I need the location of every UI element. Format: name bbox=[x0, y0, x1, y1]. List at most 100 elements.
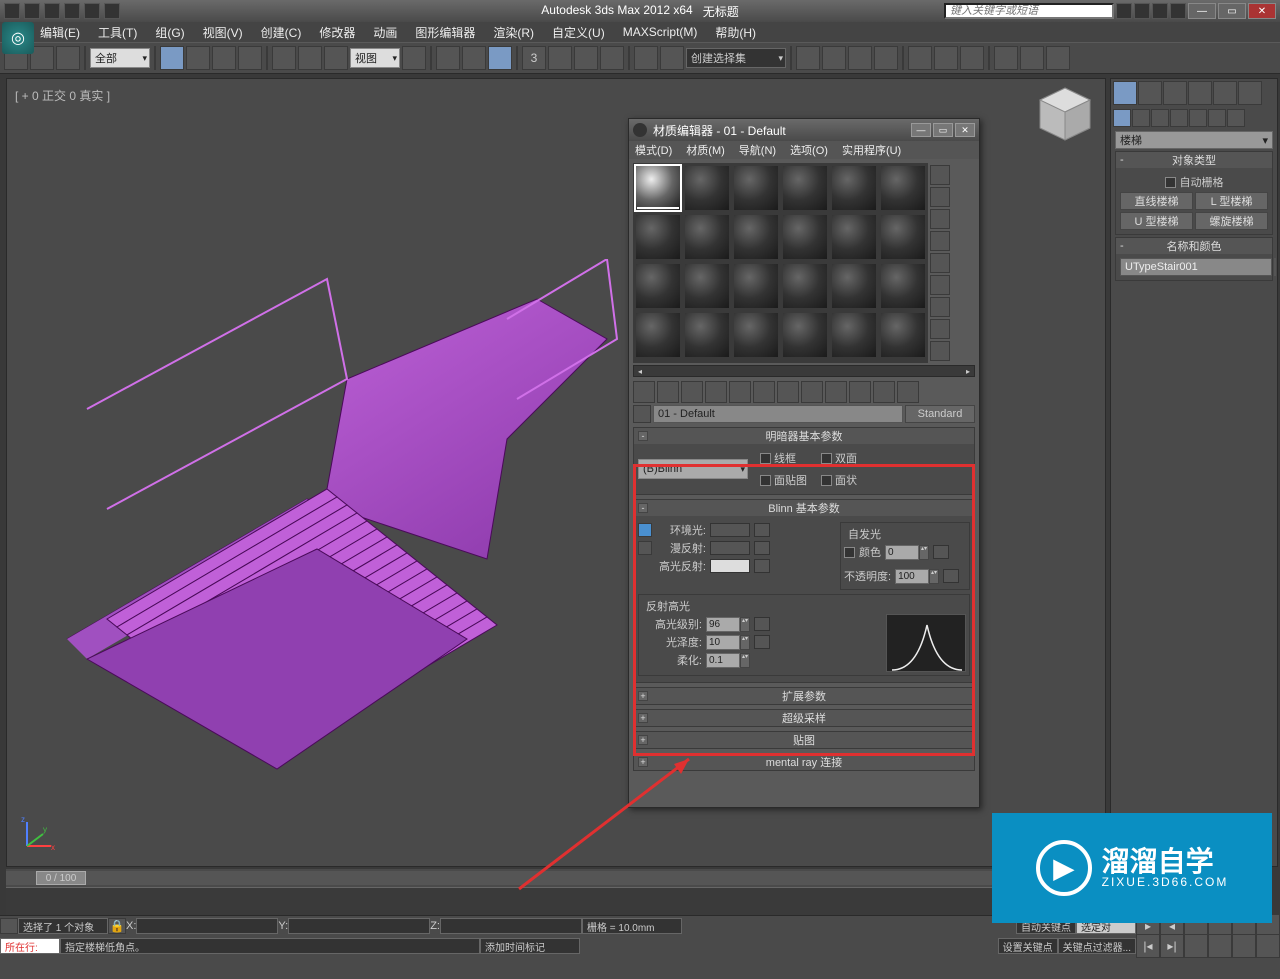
slot-scrollbar[interactable]: ◂▸ bbox=[633, 365, 975, 377]
named-sel-icon[interactable] bbox=[634, 46, 658, 70]
systems-cat-icon[interactable] bbox=[1227, 109, 1245, 127]
rollout-supersampling-header[interactable]: +超级采样 bbox=[634, 710, 974, 726]
rollout-blinn-header[interactable]: -Blinn 基本参数 bbox=[634, 500, 974, 516]
nav-fov-icon[interactable] bbox=[1184, 934, 1208, 958]
redo-icon[interactable] bbox=[104, 3, 120, 19]
spacewarps-cat-icon[interactable] bbox=[1208, 109, 1226, 127]
go-sibling-icon[interactable] bbox=[897, 381, 919, 403]
menu-maxscript[interactable]: MAXScript(M) bbox=[623, 25, 698, 39]
spec-level-map-button[interactable] bbox=[754, 617, 770, 631]
video-check-icon[interactable] bbox=[930, 253, 950, 273]
shader-dropdown[interactable]: (B)Blinn bbox=[638, 459, 748, 479]
comm-icon[interactable] bbox=[1134, 3, 1150, 19]
menu-customize[interactable]: 自定义(U) bbox=[552, 24, 605, 41]
sample-uv-icon[interactable] bbox=[930, 231, 950, 251]
me-menu-modes[interactable]: 模式(D) bbox=[635, 142, 672, 158]
material-slot-19[interactable] bbox=[634, 311, 682, 359]
reset-map-icon[interactable] bbox=[705, 381, 727, 403]
cameras-cat-icon[interactable] bbox=[1170, 109, 1188, 127]
shapes-cat-icon[interactable] bbox=[1132, 109, 1150, 127]
bind-icon[interactable] bbox=[56, 46, 80, 70]
schematic-icon[interactable] bbox=[934, 46, 958, 70]
me-menu-navigation[interactable]: 导航(N) bbox=[739, 142, 776, 158]
keyboard-icon[interactable] bbox=[462, 46, 486, 70]
specular-color-swatch[interactable] bbox=[710, 559, 750, 573]
material-slot-7[interactable] bbox=[634, 213, 682, 261]
pivot-icon[interactable] bbox=[402, 46, 426, 70]
utilities-tab-icon[interactable] bbox=[1238, 81, 1262, 105]
soften-spinner[interactable]: ▴▾ bbox=[740, 653, 750, 668]
curve-editor-icon[interactable] bbox=[908, 46, 932, 70]
spec-level-spinner[interactable]: ▴▾ bbox=[740, 617, 750, 632]
material-slot-17[interactable] bbox=[830, 262, 878, 310]
move-icon[interactable] bbox=[272, 46, 296, 70]
wire-checkbox[interactable] bbox=[760, 453, 771, 464]
ambient-map-button[interactable] bbox=[754, 523, 770, 537]
viewport-object-stair[interactable] bbox=[47, 259, 667, 819]
material-slot-11[interactable] bbox=[830, 213, 878, 261]
material-name-input[interactable] bbox=[653, 405, 903, 423]
script-icon[interactable] bbox=[0, 918, 18, 934]
material-editor-titlebar[interactable]: 材质编辑器 - 01 - Default — ▭ ✕ bbox=[629, 119, 979, 141]
track-bar[interactable] bbox=[6, 887, 1106, 915]
facemap-checkbox[interactable] bbox=[760, 475, 771, 486]
viewcube[interactable] bbox=[1030, 80, 1100, 150]
make-unique-icon[interactable] bbox=[753, 381, 775, 403]
me-menu-options[interactable]: 选项(O) bbox=[790, 142, 828, 158]
keyfilter-button[interactable]: 关键点过滤器... bbox=[1058, 938, 1136, 954]
dialog-close-button[interactable]: ✕ bbox=[955, 123, 975, 137]
opacity-map-button[interactable] bbox=[943, 569, 959, 583]
motion-tab-icon[interactable] bbox=[1188, 81, 1212, 105]
material-slot-5[interactable] bbox=[830, 164, 878, 212]
rollout-namecolor-header[interactable]: -名称和颜色 bbox=[1116, 238, 1272, 254]
material-editor-icon[interactable] bbox=[960, 46, 984, 70]
star-icon[interactable] bbox=[1152, 3, 1168, 19]
material-slot-8[interactable] bbox=[683, 213, 731, 261]
z-input[interactable] bbox=[440, 918, 582, 934]
autogrid-checkbox[interactable] bbox=[1165, 177, 1176, 188]
manip-icon[interactable] bbox=[436, 46, 460, 70]
menu-help[interactable]: 帮助(H) bbox=[715, 24, 756, 41]
maximize-button[interactable]: ▭ bbox=[1218, 3, 1246, 19]
menu-create[interactable]: 创建(C) bbox=[261, 24, 302, 41]
application-button[interactable]: ◎ bbox=[2, 22, 34, 54]
lock-icon[interactable]: 🔒 bbox=[108, 918, 126, 934]
put-to-scene-icon[interactable] bbox=[657, 381, 679, 403]
rendered-frame-icon[interactable] bbox=[1020, 46, 1044, 70]
object-color-swatch[interactable] bbox=[1274, 258, 1276, 276]
material-slot-14[interactable] bbox=[683, 262, 731, 310]
assign-to-sel-icon[interactable] bbox=[681, 381, 703, 403]
mat-id-icon[interactable] bbox=[801, 381, 823, 403]
rollout-objecttype-header[interactable]: -对象类型 bbox=[1116, 152, 1272, 168]
helpers-cat-icon[interactable] bbox=[1189, 109, 1207, 127]
undo-icon[interactable] bbox=[84, 3, 100, 19]
opacity-spinner[interactable]: ▴▾ bbox=[929, 569, 939, 584]
menu-grapheditors[interactable]: 图形编辑器 bbox=[415, 24, 475, 41]
dialog-maximize-button[interactable]: ▭ bbox=[933, 123, 953, 137]
open-icon[interactable] bbox=[44, 3, 60, 19]
material-slot-16[interactable] bbox=[781, 262, 829, 310]
nav-min-icon[interactable] bbox=[1256, 934, 1280, 958]
go-parent-icon[interactable] bbox=[873, 381, 895, 403]
faceted-checkbox[interactable] bbox=[821, 475, 832, 486]
diffuse-color-swatch[interactable] bbox=[710, 541, 750, 555]
material-slot-10[interactable] bbox=[781, 213, 829, 261]
ambient-color-swatch[interactable] bbox=[710, 523, 750, 537]
close-button[interactable]: ✕ bbox=[1248, 3, 1276, 19]
snap-icon[interactable] bbox=[488, 46, 512, 70]
material-slot-15[interactable] bbox=[732, 262, 780, 310]
mat-map-nav-icon[interactable] bbox=[930, 341, 950, 361]
preview-icon[interactable] bbox=[930, 275, 950, 295]
get-material-icon[interactable] bbox=[633, 381, 655, 403]
sample-type-icon[interactable] bbox=[930, 165, 950, 185]
soften-input[interactable] bbox=[706, 653, 740, 668]
graphite-icon[interactable] bbox=[874, 46, 898, 70]
search-icon[interactable] bbox=[1116, 3, 1132, 19]
layers-icon[interactable] bbox=[848, 46, 872, 70]
timeline[interactable]: 0 / 100 bbox=[6, 869, 1106, 915]
render-icon[interactable] bbox=[1046, 46, 1070, 70]
rotate-icon[interactable] bbox=[298, 46, 322, 70]
minimize-button[interactable]: — bbox=[1188, 3, 1216, 19]
percent-snap-icon[interactable] bbox=[574, 46, 598, 70]
material-slot-24[interactable] bbox=[879, 311, 927, 359]
